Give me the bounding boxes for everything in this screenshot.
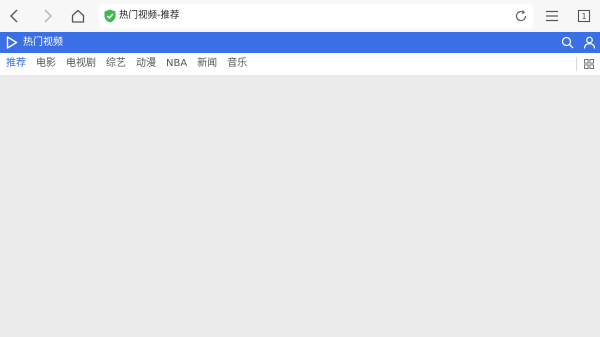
back-button[interactable] [3, 4, 27, 28]
menu-icon [546, 10, 558, 22]
tab-recommend[interactable]: 推荐 [6, 53, 26, 75]
tab-count: 1 [581, 12, 586, 21]
search-icon[interactable] [561, 36, 574, 49]
home-icon [71, 9, 85, 23]
tab-count-icon: 1 [577, 9, 591, 23]
tab-anime[interactable]: 动漫 [136, 53, 156, 75]
shield-icon [104, 9, 116, 23]
back-icon [10, 9, 18, 23]
url-text: 热门视频-推荐 [119, 10, 180, 21]
grid-icon[interactable] [584, 59, 594, 69]
tab-variety[interactable]: 综艺 [106, 53, 126, 75]
site-title: 热门视频 [23, 37, 63, 48]
category-tabs-bar: 推荐 电影 电视剧 综艺 动漫 NBA 新闻 音乐 [0, 53, 600, 75]
forward-icon [44, 9, 52, 23]
reload-icon[interactable] [513, 8, 529, 24]
menu-button[interactable] [540, 4, 564, 28]
forward-button[interactable] [35, 4, 59, 28]
content-area [0, 75, 600, 337]
category-tabs: 推荐 电影 电视剧 综艺 动漫 NBA 新闻 音乐 [6, 53, 257, 75]
browser-toolbar: 热门视频-推荐 1 [0, 0, 600, 32]
tab-nba[interactable]: NBA [166, 53, 187, 75]
home-button[interactable] [66, 4, 90, 28]
tab-movies[interactable]: 电影 [36, 53, 56, 75]
site-header: 热门视频 [0, 32, 600, 53]
tabs-divider [576, 57, 577, 71]
address-bar[interactable]: 热门视频-推荐 [99, 4, 533, 28]
tabs-button[interactable]: 1 [572, 4, 596, 28]
tab-tv-series[interactable]: 电视剧 [66, 53, 96, 75]
tab-music[interactable]: 音乐 [227, 53, 247, 75]
play-icon [6, 36, 18, 49]
user-icon[interactable] [583, 36, 596, 49]
tab-news[interactable]: 新闻 [197, 53, 217, 75]
